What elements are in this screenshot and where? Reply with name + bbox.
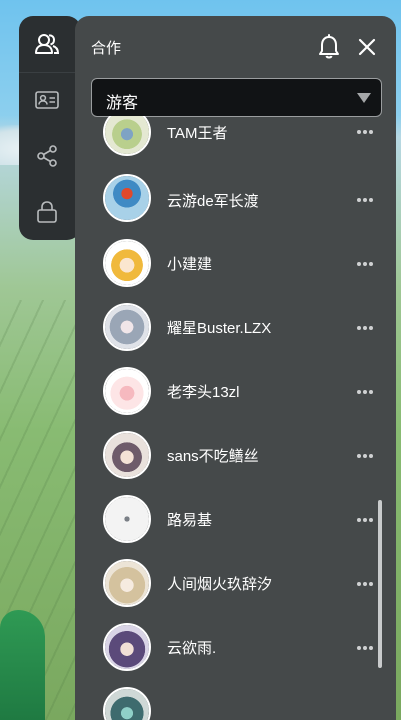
more-options-button[interactable]	[357, 453, 373, 459]
player-list: TAM王者 云游de军长渡 小建建 耀星Buster.LZX 老李头13zl s…	[75, 116, 396, 720]
visitor-select-value: 游客	[106, 95, 139, 112]
avatar	[103, 116, 151, 156]
users-icon	[35, 34, 60, 54]
avatar	[103, 239, 151, 287]
list-item[interactable]: sans不吃鳝丝	[75, 422, 396, 486]
caret-down-icon	[357, 93, 371, 103]
more-options-button[interactable]	[357, 389, 373, 395]
list-item[interactable]: 云欲雨.	[75, 614, 396, 678]
list-item[interactable]	[75, 678, 396, 720]
close-button[interactable]	[355, 34, 379, 60]
rail-item-share[interactable]	[19, 128, 75, 184]
avatar	[103, 303, 151, 351]
player-name: 路易基	[167, 512, 213, 529]
notification-button[interactable]	[315, 32, 343, 62]
more-options-button[interactable]	[357, 325, 373, 331]
more-options-button[interactable]	[357, 129, 373, 135]
rail-item-users[interactable]	[19, 16, 75, 72]
lock-icon	[37, 201, 57, 223]
avatar	[103, 431, 151, 479]
more-options-button[interactable]	[357, 517, 373, 523]
more-options-button[interactable]	[357, 581, 373, 587]
avatar	[103, 174, 151, 222]
more-options-button[interactable]	[357, 645, 373, 651]
avatar	[103, 367, 151, 415]
visitor-select[interactable]: 游客	[91, 78, 382, 117]
list-item[interactable]: 耀星Buster.LZX	[75, 294, 396, 358]
close-icon	[358, 38, 376, 56]
list-item[interactable]: 小建建	[75, 230, 396, 294]
more-options-button[interactable]	[357, 197, 373, 203]
coop-panel: 合作 游客 TAM王者 云游de军长渡 小建建 耀星Buster.LZX 老李头…	[75, 16, 396, 720]
side-rail	[19, 16, 81, 240]
player-name: 云游de军长渡	[167, 193, 259, 210]
player-name: 小建建	[167, 256, 213, 273]
list-item[interactable]: TAM王者	[75, 116, 396, 164]
avatar	[103, 623, 151, 671]
bell-icon	[319, 34, 339, 59]
avatar	[103, 495, 151, 543]
list-item[interactable]: 云游de军长渡	[75, 166, 396, 230]
player-name: 人间烟火玖辞汐	[167, 576, 273, 593]
rail-item-lock[interactable]	[19, 184, 75, 240]
avatar	[103, 559, 151, 607]
id-card-icon	[35, 91, 59, 109]
panel-title: 合作	[91, 40, 122, 57]
player-name: sans不吃鳝丝	[167, 448, 259, 465]
background-tree	[0, 610, 45, 720]
list-scrollbar[interactable]	[378, 500, 382, 668]
player-name: TAM王者	[167, 125, 228, 142]
avatar	[103, 687, 151, 720]
list-item[interactable]: 路易基	[75, 486, 396, 550]
player-name: 耀星Buster.LZX	[167, 320, 272, 337]
share-icon	[37, 145, 57, 167]
list-item[interactable]: 老李头13zl	[75, 358, 396, 422]
list-item[interactable]: 人间烟火玖辞汐	[75, 550, 396, 614]
rail-item-profile[interactable]	[19, 72, 75, 128]
more-options-button[interactable]	[357, 261, 373, 267]
player-name: 老李头13zl	[167, 384, 240, 401]
player-name: 云欲雨.	[167, 640, 217, 657]
